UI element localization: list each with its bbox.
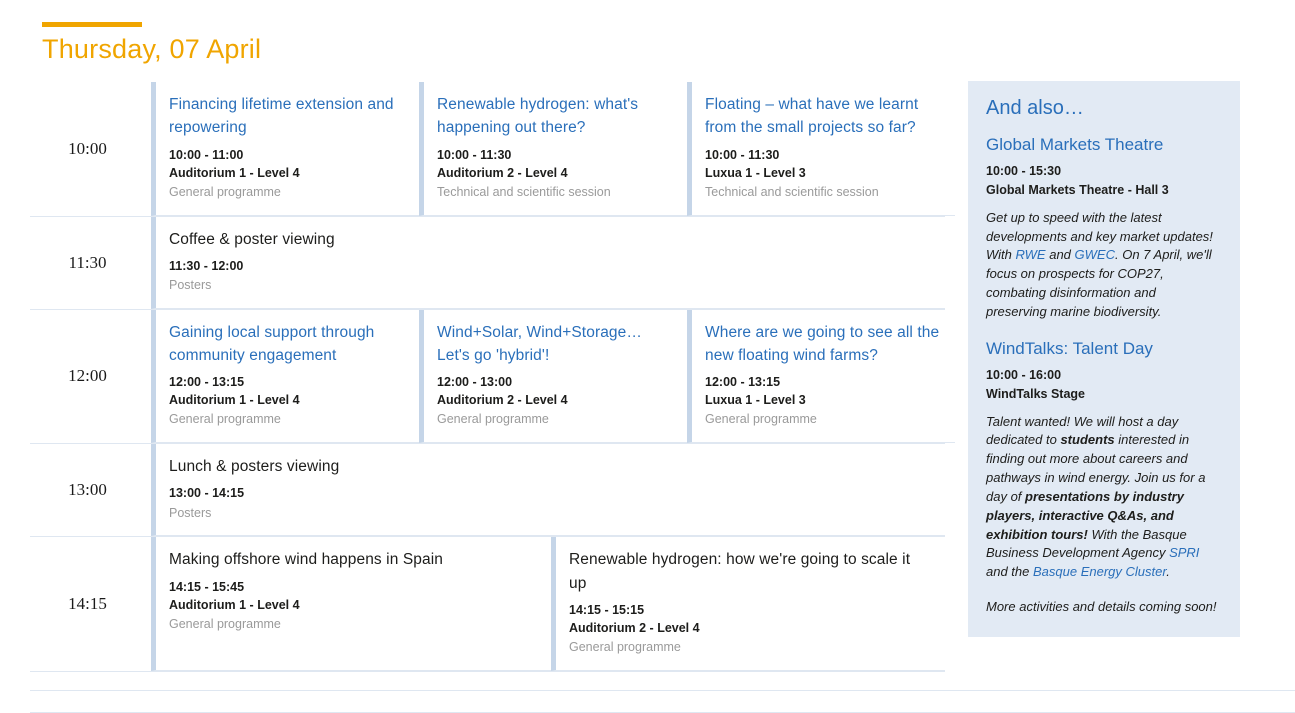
session-time: 12:00 - 13:15 [169, 375, 245, 390]
session-time: 10:00 - 11:30 [705, 147, 780, 162]
session-title[interactable]: Renewable hydrogen: what's happening out… [437, 93, 673, 140]
schedule-row: 14:15 Making offshore wind happens in Spa… [30, 537, 945, 672]
divider [30, 690, 1295, 691]
session-room: Luxua 1 - Level 3 [705, 165, 806, 180]
session-time: 12:00 - 13:00 [437, 375, 513, 390]
session-list: Lunch & posters viewing 13:00 - 14:15 Post… [151, 444, 945, 537]
aside-block-venue: Global Markets Theatre - Hall 3 [986, 183, 1169, 197]
session-title[interactable]: Lunch & posters viewing [169, 455, 931, 478]
aside-block-heading[interactable]: WindTalks: Talent Day [986, 338, 1220, 359]
schedule-row: 10:00 Financing lifetime extension and re… [30, 81, 955, 217]
session-title[interactable]: Where are we going to see all the new fl… [705, 321, 941, 368]
row-time-label: 13:00 [68, 480, 107, 500]
row-time-label: 11:30 [68, 252, 107, 272]
session-card[interactable]: Making offshore wind happens in Spain 14:… [151, 537, 551, 671]
session-track: Posters [169, 277, 212, 292]
session-card[interactable]: Coffee & poster viewing 11:30 - 12:00 Post… [151, 216, 945, 309]
aside-link[interactable]: Basque Energy Cluster [1033, 564, 1166, 579]
session-track: Posters [169, 505, 212, 520]
session-time: 14:15 - 15:45 [169, 579, 245, 594]
and-also-panel: And also… Global Markets Theatre 10:00 - … [968, 81, 1240, 637]
aside-link[interactable]: GWEC [1075, 247, 1115, 262]
and-also-blocks: Global Markets Theatre 10:00 - 15:30 Globa… [986, 134, 1220, 582]
session-title[interactable]: Renewable hydrogen: how we're going to s… [569, 548, 931, 595]
session-track: General programme [169, 412, 281, 427]
and-also-note: More activities and details coming soon! [986, 599, 1217, 615]
session-room: Auditorium 1 - Level 4 [169, 393, 300, 408]
aside-link[interactable]: SPRI [1169, 545, 1199, 560]
session-track: Technical and scientific session [437, 184, 611, 199]
aside-block-time: 10:00 - 16:00 [986, 368, 1062, 383]
session-title[interactable]: Wind+Solar, Wind+Storage… Let's go 'hybr… [437, 321, 673, 368]
schedule-row: 13:00 Lunch & posters viewing 13:00 - 14:1… [30, 444, 945, 538]
session-title[interactable]: Floating – what have we learnt from the … [705, 93, 941, 140]
session-title[interactable]: Gaining local support through community … [169, 321, 405, 368]
session-card[interactable]: Financing lifetime extension and repower… [151, 82, 419, 216]
session-card[interactable]: Where are we going to see all the new fl… [687, 309, 955, 444]
schedule-grid: 10:00 Financing lifetime extension and re… [30, 81, 955, 672]
session-room: Auditorium 2 - Level 4 [437, 393, 568, 408]
session-track: General programme [437, 412, 549, 427]
session-card[interactable]: Gaining local support through community … [151, 309, 419, 444]
aside-text: and the [986, 564, 1033, 580]
session-list: Gaining local support through community … [151, 309, 955, 444]
row-time-label: 10:00 [68, 138, 107, 158]
session-card[interactable]: Lunch & posters viewing 13:00 - 14:15 Post… [151, 444, 945, 537]
session-card[interactable]: Renewable hydrogen: how we're going to s… [551, 537, 945, 671]
session-list: Making offshore wind happens in Spain 14:… [151, 537, 945, 671]
aside-block-description: Get up to speed with the latest developm… [986, 209, 1220, 322]
aside-block: Global Markets Theatre 10:00 - 15:30 Globa… [986, 134, 1220, 322]
session-time: 10:00 - 11:00 [169, 147, 244, 162]
schedule-row: 12:00 Gaining local support through commu… [30, 309, 955, 445]
session-room: Auditorium 2 - Level 4 [437, 165, 568, 180]
row-time-label: 12:00 [68, 366, 107, 386]
session-title[interactable]: Financing lifetime extension and repower… [169, 93, 405, 140]
session-list: Financing lifetime extension and repower… [151, 82, 955, 216]
session-time: 14:15 - 15:15 [569, 602, 645, 617]
day-header: Thursday, 07 April [42, 22, 642, 65]
aside-block-heading[interactable]: Global Markets Theatre [986, 134, 1220, 155]
session-time: 11:30 - 12:00 [169, 258, 244, 273]
session-room: Luxua 1 - Level 3 [705, 393, 806, 408]
aside-block-time: 10:00 - 15:30 [986, 164, 1062, 179]
session-list: Coffee & poster viewing 11:30 - 12:00 Post… [151, 216, 945, 309]
session-room: Auditorium 2 - Level 4 [569, 620, 700, 635]
session-track: General programme [705, 412, 817, 427]
aside-block-description: Talent wanted! We will host a day dedica… [986, 413, 1220, 583]
session-time: 13:00 - 14:15 [169, 486, 245, 501]
schedule-page: Thursday, 07 April 10:00 Financing lifeti… [0, 0, 1295, 713]
session-track: General programme [169, 616, 281, 631]
session-track: General programme [569, 640, 681, 654]
session-room: Auditorium 1 - Level 4 [169, 597, 300, 612]
and-also-title: And also… [986, 97, 1084, 119]
session-track: Technical and scientific session [705, 184, 879, 199]
session-title[interactable]: Making offshore wind happens in Spain [169, 548, 537, 571]
session-time: 12:00 - 13:15 [705, 375, 781, 390]
row-time-label: 14:15 [68, 594, 107, 613]
page-title: Thursday, 07 April [42, 34, 262, 64]
session-card[interactable]: Floating – what have we learnt from the … [687, 82, 955, 216]
session-card[interactable]: Renewable hydrogen: what's happening out… [419, 82, 687, 216]
aside-emphasis: students [1060, 432, 1115, 448]
schedule-row: 11:30 Coffee & poster viewing 11:30 - 12:0… [30, 216, 945, 310]
day-accent-rule [42, 22, 142, 27]
session-card[interactable]: Wind+Solar, Wind+Storage… Let's go 'hybr… [419, 309, 687, 444]
aside-text: . [1166, 564, 1170, 580]
aside-text: and [1045, 247, 1075, 263]
aside-block: WindTalks: Talent Day 10:00 - 16:00 WindTa… [986, 338, 1220, 582]
session-track: General programme [169, 184, 281, 199]
aside-link[interactable]: RWE [1016, 247, 1046, 262]
session-time: 10:00 - 11:30 [437, 147, 512, 162]
session-title[interactable]: Coffee & poster viewing [169, 228, 931, 251]
session-room: Auditorium 1 - Level 4 [169, 165, 300, 180]
aside-block-venue: WindTalks Stage [986, 386, 1085, 401]
